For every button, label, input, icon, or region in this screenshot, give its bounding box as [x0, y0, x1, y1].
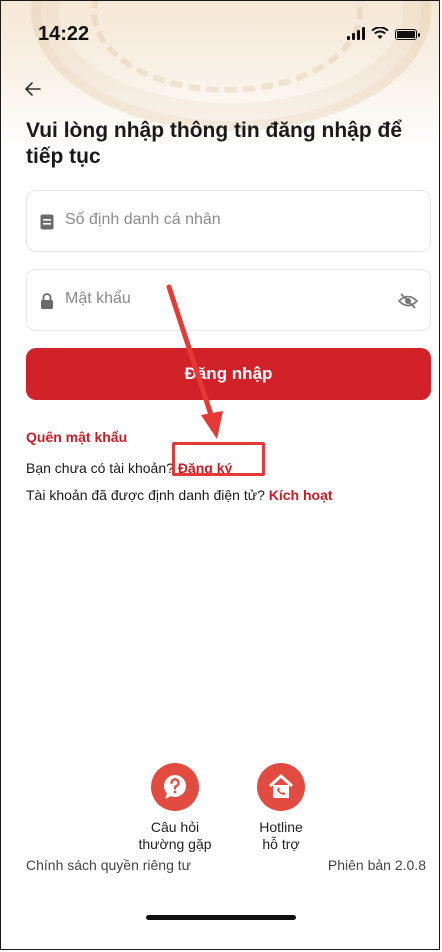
- faq-button[interactable]: Câu hỏi thường gặp: [120, 763, 230, 853]
- question-icon: [151, 763, 199, 811]
- status-time: 14:22: [38, 23, 90, 45]
- faq-label-line1: Câu hỏi: [150, 819, 200, 835]
- hotline-label-line2: hỗ trợ: [262, 836, 300, 852]
- cellular-signal-icon: [347, 26, 365, 40]
- annotation-highlight-box: [172, 442, 265, 476]
- hotline-icon: [257, 763, 305, 811]
- forgot-password-link[interactable]: Quên mật khẩu: [26, 429, 127, 445]
- annotation-arrow: [166, 284, 223, 439]
- hotline-label-line1: Hotline: [259, 819, 303, 835]
- home-indicator[interactable]: [146, 915, 296, 920]
- page-title: Vui lòng nhập thông tin đăng nhập để tiế…: [26, 119, 403, 168]
- arrow-left-icon: [25, 82, 41, 96]
- activate-line: Tài khoản đã được định danh điện tử? Kíc…: [26, 487, 333, 503]
- id-number-field[interactable]: Số định danh cá nhân: [26, 190, 431, 252]
- app-screen: 14:22 Vui lòng nhập thông tin đăng nhập …: [0, 0, 440, 950]
- hotline-button[interactable]: Hotline hỗ trợ: [226, 763, 336, 853]
- version-text: Phiên bản 2.0.8: [327, 857, 426, 873]
- status-bar: 14:22: [1, 1, 439, 61]
- faq-label-line2: thường gặp: [138, 836, 212, 852]
- no-account-text: Bạn chưa có tài khoản?: [26, 460, 174, 476]
- eye-off-icon[interactable]: [398, 292, 418, 310]
- wifi-icon: [371, 27, 389, 39]
- password-placeholder: Mật khẩu: [65, 290, 131, 307]
- id-number-placeholder: Số định danh cá nhân: [65, 211, 221, 228]
- activated-text: Tài khoản đã được định danh điện tử?: [26, 487, 265, 503]
- lock-icon: [41, 293, 53, 309]
- privacy-policy-link[interactable]: Chính sách quyền riêng tư: [26, 857, 191, 873]
- status-icons: [347, 26, 420, 40]
- battery-icon: [395, 29, 420, 40]
- back-button[interactable]: [25, 79, 51, 101]
- id-card-icon: [40, 214, 54, 230]
- activate-link[interactable]: Kích hoạt: [269, 487, 333, 503]
